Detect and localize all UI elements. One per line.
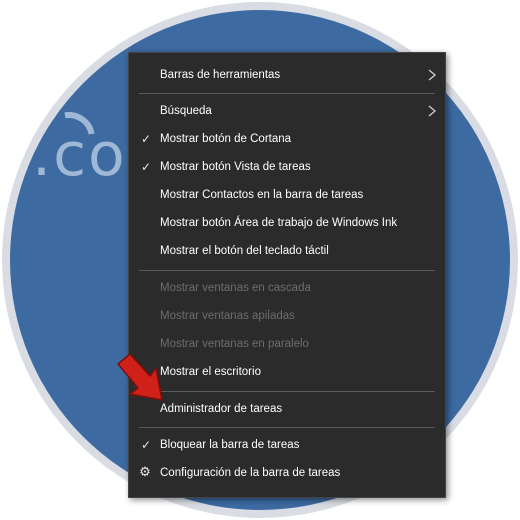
menu-separator (139, 93, 435, 94)
menu-item-label: Mostrar ventanas apiladas (160, 310, 295, 322)
menu-item-show-desktop[interactable]: Mostrar el escritorio (129, 358, 445, 386)
menu-item-label: Búsqueda (160, 105, 212, 117)
menu-item-label: Mostrar Contactos en la barra de tareas (160, 189, 364, 201)
menu-item-label: Mostrar botón Área de trabajo de Windows… (160, 217, 398, 229)
menu-item-side-by-side-windows: Mostrar ventanas en paralelo (129, 330, 445, 358)
checkmark-icon: ✓ (140, 438, 152, 452)
red-arrow-annotation (117, 353, 163, 401)
menu-item-label: Mostrar el escritorio (160, 366, 261, 378)
menu-separator (139, 427, 435, 428)
gear-icon: ⚙ (139, 464, 151, 479)
logo-text: .co (32, 120, 127, 190)
chevron-right-icon (428, 105, 437, 117)
menu-item-task-manager[interactable]: Administrador de tareas (129, 395, 445, 423)
menu-item-toolbars[interactable]: Barras de herramientas (129, 61, 445, 89)
menu-item-stack-windows: Mostrar ventanas apiladas (129, 302, 445, 330)
menu-item-show-windows-ink[interactable]: Mostrar botón Área de trabajo de Windows… (129, 209, 445, 237)
menu-separator (139, 391, 435, 392)
menu-item-show-touch-keyboard[interactable]: Mostrar el botón del teclado táctil (129, 237, 445, 265)
menu-item-lock-taskbar[interactable]: ✓ Bloquear la barra de tareas (129, 431, 445, 459)
menu-item-label: Mostrar ventanas en paralelo (160, 338, 309, 350)
menu-item-search[interactable]: Búsqueda (129, 97, 445, 125)
menu-separator (139, 270, 435, 271)
menu-item-label: Administrador de tareas (160, 403, 283, 415)
menu-item-taskbar-settings[interactable]: ⚙ Configuración de la barra de tareas (129, 459, 445, 487)
menu-item-label: Mostrar el botón del teclado táctil (160, 245, 329, 257)
menu-item-show-cortana[interactable]: ✓ Mostrar botón de Cortana (129, 125, 445, 153)
menu-item-label: Configuración de la barra de tareas (160, 467, 341, 479)
menu-item-label: Mostrar botón Vista de tareas (160, 161, 311, 173)
chevron-right-icon (428, 69, 437, 81)
menu-item-show-contacts[interactable]: Mostrar Contactos en la barra de tareas (129, 181, 445, 209)
menu-item-label: Mostrar botón de Cortana (160, 133, 292, 145)
checkmark-icon: ✓ (140, 132, 152, 146)
menu-item-label: Barras de herramientas (160, 69, 281, 81)
menu-item-label: Bloquear la barra de tareas (160, 439, 300, 451)
menu-item-label: Mostrar ventanas en cascada (160, 282, 311, 294)
menu-item-show-task-view[interactable]: ✓ Mostrar botón Vista de tareas (129, 153, 445, 181)
taskbar-context-menu: Barras de herramientas Búsqueda ✓ Mostra… (128, 52, 446, 498)
menu-item-cascade-windows: Mostrar ventanas en cascada (129, 274, 445, 302)
checkmark-icon: ✓ (140, 160, 152, 174)
